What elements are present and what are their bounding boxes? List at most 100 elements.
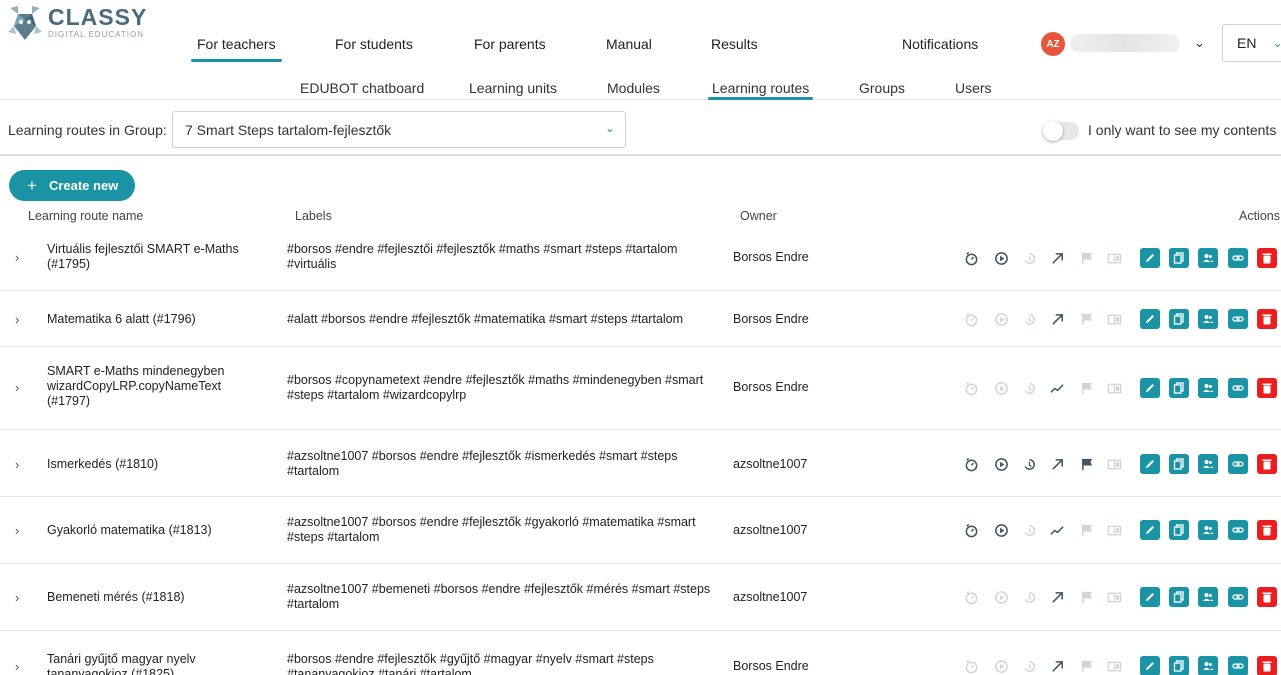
edit-button[interactable]	[1140, 248, 1160, 268]
edit-button[interactable]	[1140, 309, 1160, 329]
language-select[interactable]: EN ⌄	[1222, 24, 1281, 62]
nav-notifications[interactable]: Notifications	[902, 36, 978, 52]
route-name[interactable]: Bemeneti mérés (#1818)	[47, 590, 262, 605]
share-users-button[interactable]	[1198, 520, 1218, 540]
history-icon[interactable]	[1020, 657, 1038, 675]
copy-button[interactable]	[1169, 656, 1189, 675]
flag-icon[interactable]	[1078, 249, 1096, 267]
expand-row-chevron-icon[interactable]: ›	[15, 457, 19, 472]
table-row[interactable]: › Bemeneti mérés (#1818) #azsoltne1007 #be…	[0, 564, 1281, 631]
copy-button[interactable]	[1169, 520, 1189, 540]
table-row[interactable]: › Virtuális fejlesztői SMART e-Maths (#17…	[0, 228, 1281, 291]
trend-icon[interactable]	[1048, 249, 1066, 267]
trend-icon[interactable]	[1048, 310, 1066, 328]
trend-icon[interactable]	[1048, 588, 1066, 606]
share-users-button[interactable]	[1198, 248, 1218, 268]
link-button[interactable]	[1228, 454, 1248, 474]
link-button[interactable]	[1228, 378, 1248, 398]
share-users-button[interactable]	[1198, 587, 1218, 607]
expand-row-chevron-icon[interactable]: ›	[15, 250, 19, 265]
route-name[interactable]: SMART e-Maths mindenegyben wizardCopyLRP…	[47, 364, 262, 409]
trend-icon[interactable]	[1048, 455, 1066, 473]
play-icon[interactable]	[992, 521, 1010, 539]
delete-button[interactable]	[1257, 248, 1277, 268]
expand-row-chevron-icon[interactable]: ›	[15, 590, 19, 605]
table-row[interactable]: › SMART e-Maths mindenegyben wizardCopyLR…	[0, 347, 1281, 430]
share-users-button[interactable]	[1198, 454, 1218, 474]
column-header-owner[interactable]: Owner	[740, 209, 777, 223]
history-icon[interactable]	[1020, 310, 1038, 328]
route-name[interactable]: Tanári gyűjtő magyar nyelv tananyagokjoz…	[47, 652, 262, 675]
play-icon[interactable]	[992, 379, 1010, 397]
delete-button[interactable]	[1257, 309, 1277, 329]
nav-for-students[interactable]: For students	[335, 36, 413, 52]
link-button[interactable]	[1228, 248, 1248, 268]
report-icon[interactable]	[1105, 249, 1123, 267]
user-name-redacted[interactable]	[1070, 34, 1180, 52]
nav-manual[interactable]: Manual	[606, 36, 652, 52]
own-contents-toggle[interactable]	[1043, 121, 1079, 141]
nav-for-teachers[interactable]: For teachers	[191, 36, 282, 62]
flag-icon[interactable]	[1078, 657, 1096, 675]
history-icon[interactable]	[1020, 455, 1038, 473]
edit-button[interactable]	[1140, 378, 1160, 398]
share-users-button[interactable]	[1198, 656, 1218, 675]
create-new-button[interactable]: + Create new	[9, 170, 135, 201]
user-menu-chevron-icon[interactable]: ⌄	[1194, 35, 1205, 51]
edit-button[interactable]	[1140, 656, 1160, 675]
history-icon[interactable]	[1020, 588, 1038, 606]
delete-button[interactable]	[1257, 378, 1277, 398]
nav-for-parents[interactable]: For parents	[474, 36, 546, 52]
play-icon[interactable]	[992, 249, 1010, 267]
link-button[interactable]	[1228, 656, 1248, 675]
play-icon[interactable]	[992, 455, 1010, 473]
expand-row-chevron-icon[interactable]: ›	[15, 312, 19, 327]
report-icon[interactable]	[1105, 657, 1123, 675]
group-select[interactable]: 7 Smart Steps tartalom-fejlesztők ⌄	[172, 111, 626, 148]
table-row[interactable]: › Gyakorló matematika (#1813) #azsoltne100…	[0, 497, 1281, 564]
nav-results[interactable]: Results	[711, 36, 758, 52]
subnav-groups[interactable]: Groups	[859, 80, 905, 96]
trend-icon[interactable]	[1048, 657, 1066, 675]
table-row[interactable]: › Ismerkedés (#1810) #azsoltne1007 #borsos…	[0, 430, 1281, 497]
flag-icon[interactable]	[1078, 379, 1096, 397]
timer-icon[interactable]	[962, 657, 980, 675]
subnav-modules[interactable]: Modules	[607, 80, 660, 96]
route-name[interactable]: Virtuális fejlesztői SMART e-Maths (#179…	[47, 242, 262, 272]
timer-icon[interactable]	[962, 249, 980, 267]
link-button[interactable]	[1228, 587, 1248, 607]
flag-icon[interactable]	[1078, 588, 1096, 606]
delete-button[interactable]	[1257, 520, 1277, 540]
history-icon[interactable]	[1020, 379, 1038, 397]
delete-button[interactable]	[1257, 454, 1277, 474]
copy-button[interactable]	[1169, 309, 1189, 329]
edit-button[interactable]	[1140, 587, 1160, 607]
copy-button[interactable]	[1169, 587, 1189, 607]
table-row[interactable]: › Tanári gyűjtő magyar nyelv tananyagokjo…	[0, 631, 1281, 675]
link-button[interactable]	[1228, 520, 1248, 540]
flag-icon[interactable]	[1078, 310, 1096, 328]
trend-icon[interactable]	[1048, 379, 1066, 397]
table-row[interactable]: › Matematika 6 alatt (#1796) #alatt #borso…	[0, 291, 1281, 347]
report-icon[interactable]	[1105, 455, 1123, 473]
share-users-button[interactable]	[1198, 378, 1218, 398]
flag-icon[interactable]	[1078, 521, 1096, 539]
share-users-button[interactable]	[1198, 309, 1218, 329]
route-name[interactable]: Matematika 6 alatt (#1796)	[47, 312, 262, 327]
timer-icon[interactable]	[962, 455, 980, 473]
expand-row-chevron-icon[interactable]: ›	[15, 659, 19, 674]
copy-button[interactable]	[1169, 248, 1189, 268]
timer-icon[interactable]	[962, 379, 980, 397]
route-name[interactable]: Ismerkedés (#1810)	[47, 457, 262, 472]
link-button[interactable]	[1228, 309, 1248, 329]
subnav-edubot-chatboard[interactable]: EDUBOT chatboard	[300, 80, 424, 96]
subnav-users[interactable]: Users	[955, 80, 992, 96]
subnav-learning-units[interactable]: Learning units	[469, 80, 557, 96]
report-icon[interactable]	[1105, 588, 1123, 606]
trend-icon[interactable]	[1048, 521, 1066, 539]
subnav-learning-routes[interactable]: Learning routes	[707, 80, 814, 100]
user-avatar[interactable]: AZ	[1041, 32, 1065, 56]
play-icon[interactable]	[992, 310, 1010, 328]
route-name[interactable]: Gyakorló matematika (#1813)	[47, 523, 262, 538]
edit-button[interactable]	[1140, 454, 1160, 474]
